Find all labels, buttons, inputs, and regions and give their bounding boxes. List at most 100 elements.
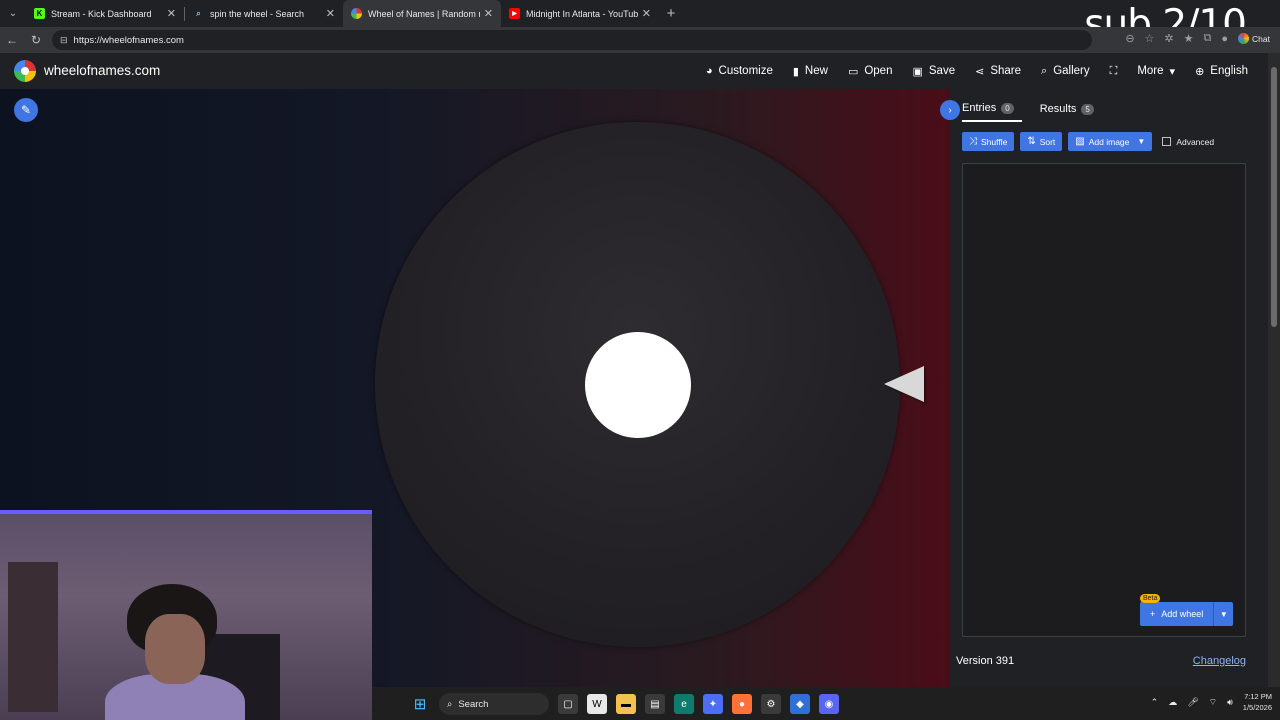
store-icon[interactable]: ▤	[645, 694, 665, 714]
share-button[interactable]: ⋖ Share	[965, 53, 1031, 89]
browser-tab[interactable]: K Stream - Kick Dashboard ✕	[26, 0, 184, 27]
collapse-panel-chevron-icon[interactable]: ›	[940, 100, 960, 120]
favorites-icon[interactable]: ★	[1184, 32, 1194, 45]
add-wheel-dropdown-chevron-icon[interactable]: ▼	[1213, 602, 1234, 626]
folder-icon: ▭	[847, 65, 859, 78]
add-wheel-label: Add wheel	[1161, 609, 1204, 619]
profile-icon[interactable]: ●	[1221, 33, 1228, 45]
app-icon[interactable]: ◆	[790, 694, 810, 714]
taskbar-clock[interactable]: 7:12 PM 1/5/2026	[1243, 691, 1272, 713]
reload-icon[interactable]: ↻	[24, 33, 48, 47]
file-explorer-icon[interactable]: ▬	[616, 694, 636, 714]
task-view-icon[interactable]: ▢	[558, 694, 578, 714]
add-wheel-button[interactable]: + Add wheel	[1140, 602, 1214, 626]
back-icon[interactable]: ←	[0, 33, 24, 47]
site-name[interactable]: wheelofnames.com	[44, 63, 160, 78]
chat-label: Chat	[1252, 33, 1270, 44]
menu-label: Gallery	[1053, 65, 1090, 77]
wheelofnames-logo-icon[interactable]	[14, 60, 36, 82]
advanced-checkbox[interactable]: Advanced	[1162, 137, 1214, 147]
file-icon: ▮	[792, 65, 799, 78]
close-tab-icon[interactable]: ✕	[642, 7, 651, 20]
scrollbar-thumb[interactable]	[1271, 67, 1277, 327]
kick-icon: K	[34, 8, 45, 19]
add-image-button[interactable]: ▨ Add image ▼	[1068, 132, 1153, 151]
save-icon: ▣	[912, 65, 923, 78]
sort-button[interactable]: ⇅ Sort	[1020, 132, 1063, 151]
page-scrollbar[interactable]	[1268, 53, 1280, 687]
url-field[interactable]: ⊟ https://wheelofnames.com	[52, 30, 1092, 50]
tab-title: Stream - Kick Dashboard	[51, 8, 152, 19]
wheel-icon	[351, 8, 362, 19]
entries-textarea[interactable]	[962, 163, 1246, 637]
changelog-link[interactable]: Changelog	[1193, 655, 1246, 667]
add-image-label: Add image	[1088, 136, 1130, 147]
new-button[interactable]: ▮ New	[783, 53, 838, 89]
browser-tab-active[interactable]: Wheel of Names | Random name p ✕	[343, 0, 501, 27]
add-wheel-button-group: Beta + Add wheel ▼	[1140, 594, 1234, 626]
menu-label: Open	[864, 65, 893, 77]
advanced-label: Advanced	[1176, 136, 1215, 147]
extensions-icon[interactable]: ✲	[1164, 32, 1173, 45]
sort-icon: ⇅	[1027, 136, 1036, 147]
palette-icon: ◕	[705, 65, 713, 77]
more-button[interactable]: More ▾	[1127, 53, 1185, 89]
browser-tab[interactable]: ▶ Midnight In Atlanta - YouTube ✕	[501, 0, 659, 27]
taskbar-search[interactable]: ⌕ Search	[439, 693, 549, 715]
clock-time: 7:12 PM	[1244, 692, 1272, 701]
tab-results[interactable]: Results 5	[1040, 99, 1094, 122]
new-tab-icon[interactable]: +	[659, 5, 683, 22]
collections-icon[interactable]: ⧉	[1204, 32, 1212, 45]
results-count-badge: 5	[1081, 103, 1094, 115]
firefox-icon[interactable]: ●	[732, 694, 752, 714]
shuffle-button[interactable]: ⤨ Shuffle	[962, 132, 1015, 151]
edge-icon[interactable]: e	[674, 694, 694, 714]
checkbox-box[interactable]	[1162, 137, 1172, 146]
open-button[interactable]: ▭ Open	[838, 53, 903, 89]
webcam-background-door	[8, 562, 58, 712]
webcam-streamer-face	[145, 614, 205, 684]
copilot-icon	[1238, 33, 1250, 44]
network-icon[interactable]: ⌔	[1209, 697, 1217, 708]
youtube-icon: ▶	[509, 8, 520, 19]
close-tab-icon[interactable]: ✕	[484, 7, 493, 20]
close-tab-icon[interactable]: ✕	[167, 7, 176, 20]
browser-tab[interactable]: ⌕ spin the wheel - Search ✕	[185, 0, 343, 27]
discord-icon[interactable]: ◉	[819, 694, 839, 714]
share-icon: ⋖	[975, 65, 985, 78]
tab-entries[interactable]: Entries 0	[962, 99, 1022, 122]
microphone-icon[interactable]: 🎤︎	[1187, 697, 1198, 708]
site-menu: ◕ Customize ▮ New ▭ Open ▣ Save ⋖ Share ⌕ Gall…	[696, 53, 1258, 89]
tab-title: Wheel of Names | Random name p	[368, 8, 480, 19]
favorite-star-icon[interactable]: ☆	[1145, 32, 1155, 45]
panel-tabs: Entries 0 Results 5	[962, 99, 1112, 122]
edit-pencil-icon[interactable]: ✎	[14, 98, 38, 122]
chevron-down-icon[interactable]: ▼	[1137, 137, 1145, 146]
chat-button[interactable]: Chat	[1238, 33, 1270, 44]
wikipedia-icon[interactable]: W	[587, 694, 607, 714]
save-button[interactable]: ▣ Save	[902, 53, 965, 89]
search-icon: ⌕	[447, 698, 453, 710]
language-button[interactable]: ⊕ English	[1185, 53, 1258, 89]
fullscreen-icon: ⛶	[1109, 64, 1118, 77]
volume-icon[interactable]: 🔊︎	[1227, 697, 1233, 708]
gallery-button[interactable]: ⌕ Gallery	[1031, 53, 1100, 89]
onedrive-icon[interactable]: ☁	[1168, 697, 1177, 708]
fullscreen-button[interactable]: ⛶	[1100, 53, 1128, 89]
version-label: Version 391	[956, 655, 1015, 667]
windows-start-icon[interactable]: ⊞	[410, 694, 430, 714]
entries-panel: › Entries 0 Results 5 ⤨ Shuffle ⇅ Sort ▨ Ad…	[940, 89, 1268, 687]
close-tab-icon[interactable]: ✕	[326, 7, 335, 20]
reader-icon[interactable]: ⊖	[1125, 32, 1134, 45]
customize-button[interactable]: ◕ Customize	[696, 53, 783, 89]
settings-gear-icon[interactable]: ⚙	[761, 694, 781, 714]
wheel-center-hub[interactable]	[585, 332, 691, 438]
tray-chevron-up-icon[interactable]: ⌃	[1151, 697, 1159, 708]
tab-search-menu-icon[interactable]: ⌄	[0, 0, 26, 27]
menu-label: Save	[928, 65, 956, 77]
beta-badge: Beta	[1140, 594, 1161, 603]
site-info-icon[interactable]: ⊟	[60, 35, 68, 46]
tab-title: spin the wheel - Search	[210, 8, 305, 19]
windows-taskbar: ⊞ ⌕ Search ▢ W ▬ ▤ e ✦ ● ⚙ ◆ ◉ ⌃ ☁ 🎤︎ ⌔ 🔊…	[372, 687, 1280, 720]
copilot-icon[interactable]: ✦	[703, 694, 723, 714]
